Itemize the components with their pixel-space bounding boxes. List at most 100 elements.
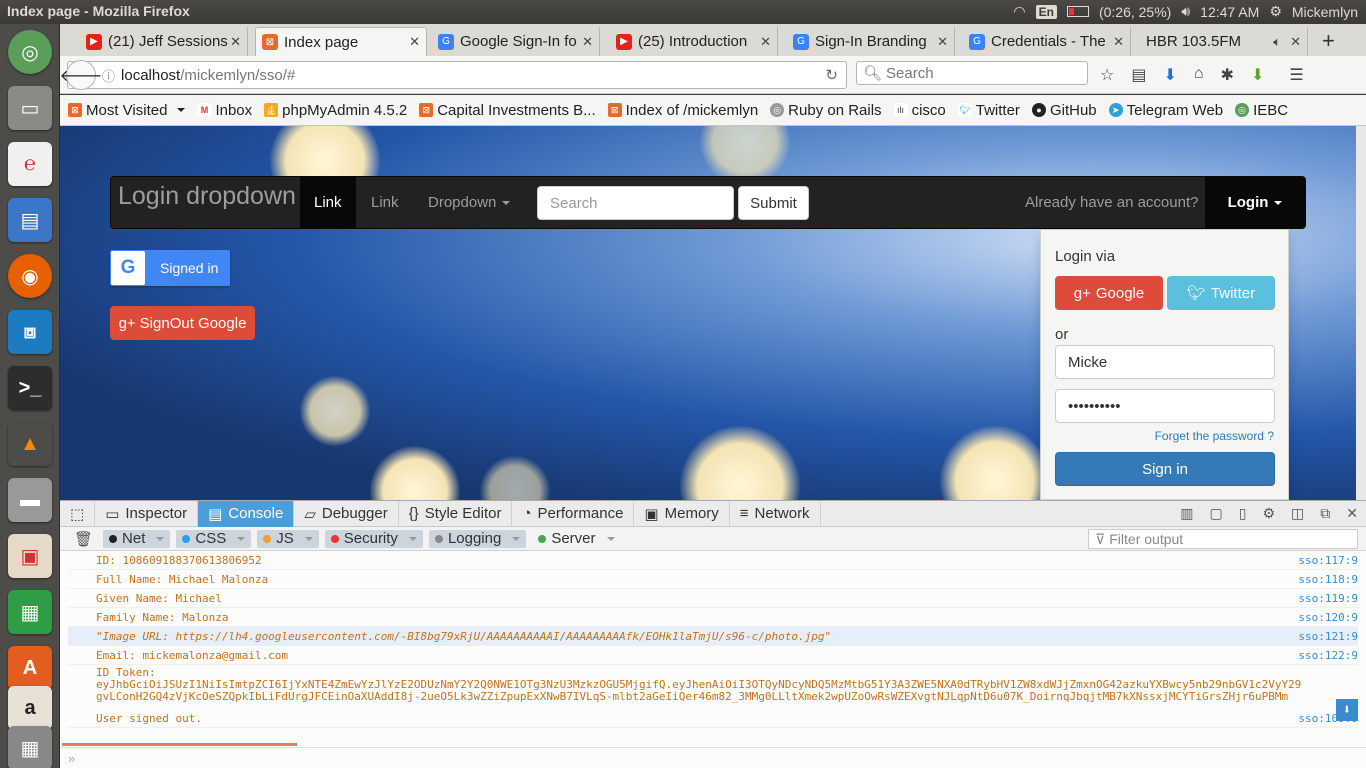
nav-link-active[interactable]: Link: [300, 177, 356, 228]
filter-server[interactable]: Server: [532, 530, 620, 548]
close-icon[interactable]: ✕: [409, 34, 420, 50]
keyboard-layout[interactable]: En: [1035, 4, 1057, 19]
username-input[interactable]: Micke: [1055, 345, 1275, 379]
document-viewer-icon[interactable]: ▤: [8, 198, 52, 242]
bookmark-telegram[interactable]: ➤ Telegram Web: [1108, 102, 1223, 119]
workspace-icon[interactable]: ▦: [8, 726, 52, 768]
filter-js[interactable]: JS: [257, 529, 319, 548]
close-icon[interactable]: ✕: [937, 34, 948, 50]
gear-icon[interactable]: ⚙: [1269, 3, 1282, 20]
tab-style-editor[interactable]: {} Style Editor: [399, 500, 513, 527]
console-source-link[interactable]: sso:121:9: [1298, 630, 1358, 643]
console-source-link[interactable]: sso:122:9: [1298, 649, 1358, 662]
nav-dropdown[interactable]: Dropdown: [414, 177, 524, 228]
gear-icon[interactable]: ⚙: [1262, 505, 1275, 522]
tab[interactable]: G Google Sign-In fo ✕: [432, 27, 600, 56]
addon-icon[interactable]: ⬇: [1251, 65, 1264, 85]
bookmark-inbox[interactable]: M Inbox: [197, 102, 252, 119]
search-bar[interactable]: 🔍︎ Search: [856, 61, 1088, 85]
bookmark-github[interactable]: ● GitHub: [1031, 102, 1097, 119]
tab[interactable]: HBR 103.5FM 🔈︎ ✕: [1140, 27, 1308, 56]
pdf-reader-icon[interactable]: ℮: [8, 142, 52, 186]
firefox-icon[interactable]: ◉: [8, 254, 52, 298]
tab-memory[interactable]: ▣ Memory: [634, 500, 730, 527]
nav-link[interactable]: Link: [357, 177, 413, 228]
download-icon[interactable]: ⬇: [1163, 65, 1176, 85]
filter-security[interactable]: Security: [324, 529, 423, 548]
user-name[interactable]: Mickemlyn: [1292, 4, 1358, 20]
element-picker-icon[interactable]: ⬚: [60, 500, 96, 527]
trash-icon[interactable]: 🗑︎: [74, 530, 93, 548]
close-icon[interactable]: ✕: [582, 34, 593, 50]
scroll-down-icon[interactable]: ⬇: [1336, 699, 1358, 721]
tab[interactable]: G Sign-In Branding ✕: [787, 27, 955, 56]
amazon-icon[interactable]: a: [8, 686, 52, 730]
close-icon[interactable]: ✕: [1113, 34, 1124, 50]
tab-performance[interactable]: ◔ Performance: [512, 500, 635, 527]
console-source-link[interactable]: sso:119:9: [1298, 592, 1358, 605]
sign-in-button[interactable]: Sign in: [1055, 452, 1275, 486]
filter-logging[interactable]: Logging: [428, 529, 527, 548]
console-source-link[interactable]: sso:117:9: [1298, 554, 1358, 567]
home-icon[interactable]: ⌂: [1194, 65, 1204, 85]
bookmark-star-icon[interactable]: ☆: [1100, 65, 1114, 85]
bookmark-iebc[interactable]: ◎ IEBC: [1235, 102, 1288, 119]
tab-inspector[interactable]: ▭ Inspector: [95, 500, 199, 527]
software-center-icon[interactable]: A: [8, 646, 52, 690]
ubuntu-dash-icon[interactable]: ◎: [8, 30, 52, 74]
extension-icon[interactable]: ✱: [1221, 65, 1234, 85]
filter-net[interactable]: Net: [103, 529, 171, 548]
spreadsheet-icon[interactable]: ▦: [8, 590, 52, 634]
bookmark-twitter[interactable]: 🐦︎ Twitter: [957, 102, 1020, 119]
console-input[interactable]: »: [60, 747, 1366, 768]
login-dropdown-toggle[interactable]: Login: [1205, 177, 1305, 228]
tab-active[interactable]: ⊠ Index page ✕: [255, 27, 427, 56]
console-source-link[interactable]: sso:118:9: [1298, 573, 1358, 586]
google-signed-in-button[interactable]: G Signed in: [110, 250, 230, 286]
google-login-button[interactable]: g+ Google: [1055, 276, 1163, 310]
signout-google-button[interactable]: g+ SignOut Google: [110, 306, 255, 340]
disk-icon[interactable]: ▬: [8, 478, 52, 522]
twitter-login-button[interactable]: 🐦︎ Twitter: [1167, 276, 1275, 310]
site-search-input[interactable]: Search: [537, 186, 734, 220]
frame-icon[interactable]: ▢: [1210, 505, 1223, 522]
forgot-password-link[interactable]: Forget the password ?: [1155, 429, 1274, 443]
close-icon[interactable]: ✕: [760, 34, 771, 50]
presentation-icon[interactable]: ▣: [8, 534, 52, 578]
close-icon[interactable]: ✕: [230, 34, 241, 50]
site-brand[interactable]: Login dropdown: [118, 182, 296, 211]
bookmark-capital[interactable]: ⊠ Capital Investments B...: [419, 102, 596, 119]
tab-network[interactable]: ≡ Network: [730, 500, 821, 527]
vlc-icon[interactable]: ▲: [8, 422, 52, 466]
volume-icon[interactable]: 🔊︎: [1181, 3, 1190, 20]
file-cabinet-icon[interactable]: ▭: [8, 86, 52, 130]
bookmark-rails[interactable]: ◎ Ruby on Rails: [770, 102, 882, 119]
bookmark-most-visited[interactable]: ⊠ Most Visited: [68, 102, 186, 119]
password-input[interactable]: ••••••••••: [1055, 389, 1275, 423]
submit-button[interactable]: Submit: [738, 186, 809, 220]
terminal-icon[interactable]: >_: [8, 366, 52, 410]
url-bar[interactable]: 🡐 ⓘ localhost/mickemlyn/sso/# ↻: [60, 60, 847, 90]
split-console-icon[interactable]: ▥: [1180, 505, 1193, 522]
undock-icon[interactable]: ⧉: [1320, 505, 1330, 522]
page-scrollbar[interactable]: [1356, 126, 1366, 500]
filter-output-input[interactable]: ⊽ Filter output: [1088, 529, 1358, 549]
reload-icon[interactable]: ↻: [825, 66, 838, 84]
clock[interactable]: 12:47 AM: [1200, 4, 1259, 20]
filter-css[interactable]: CSS: [176, 529, 252, 548]
speaker-icon[interactable]: 🔈︎: [1273, 34, 1281, 50]
dock-side-icon[interactable]: ◫: [1291, 505, 1304, 522]
responsive-icon[interactable]: ▯: [1239, 505, 1247, 522]
wifi-icon[interactable]: ◠: [1013, 3, 1025, 20]
app-window-icon[interactable]: ⧈: [8, 310, 52, 354]
tab-console[interactable]: ▤ Console: [198, 500, 295, 527]
tab[interactable]: G Credentials - The ✕: [963, 27, 1131, 56]
battery-status[interactable]: (0:26, 25%): [1099, 4, 1171, 20]
info-icon[interactable]: ⓘ: [102, 66, 115, 85]
bookmark-index[interactable]: ⊠ Index of /mickemlyn: [607, 102, 758, 119]
tab-debugger[interactable]: ▱ Debugger: [294, 500, 399, 527]
console-source-link[interactable]: sso:120:9: [1298, 611, 1358, 624]
close-icon[interactable]: ✕: [1290, 34, 1301, 50]
new-tab-button[interactable]: +: [1322, 28, 1335, 54]
tab[interactable]: ▶ (21) Jeff Sessions ✕: [80, 27, 248, 56]
